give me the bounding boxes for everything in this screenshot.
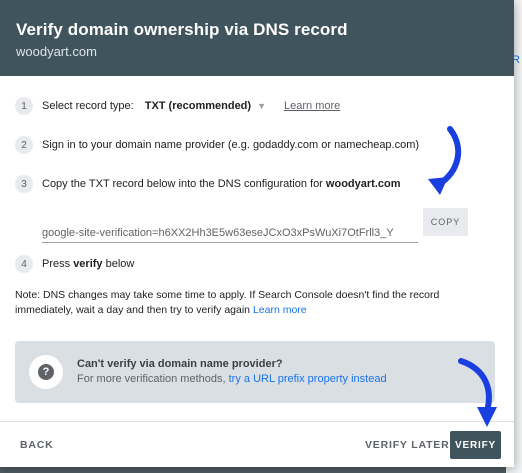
help-text: Can't verify via domain name provider? F… bbox=[77, 357, 387, 387]
help-description: For more verification methods, try a URL… bbox=[77, 372, 387, 387]
step-domain: woodyart.com bbox=[325, 178, 401, 190]
help-card: ? Can't verify via domain name provider?… bbox=[15, 341, 495, 403]
record-type-select[interactable]: TXT (recommended) bbox=[145, 100, 251, 112]
learn-more-link[interactable]: Learn more bbox=[284, 100, 340, 112]
verify-button[interactable]: VERIFY bbox=[450, 431, 501, 459]
step-text-before: Press bbox=[42, 258, 71, 270]
dns-note: Note: DNS changes may take some time to … bbox=[15, 288, 495, 318]
step-3: 3 Copy the TXT record below into the DNS… bbox=[15, 175, 401, 193]
step-1: 1 Select record type: TXT (recommended) … bbox=[15, 97, 340, 115]
step-text-after: below bbox=[105, 258, 135, 270]
back-button[interactable]: BACK bbox=[20, 439, 54, 451]
note-text: Note: DNS changes may take some time to … bbox=[15, 289, 440, 316]
annotation-arrow-verify bbox=[458, 358, 497, 427]
txt-record-field[interactable]: google-site-verification=h6XX2Hh3E5w63es… bbox=[42, 219, 418, 243]
help-title: Can't verify via domain name provider? bbox=[77, 358, 283, 370]
dropdown-arrow-icon[interactable]: ▼ bbox=[257, 101, 266, 111]
verify-dns-dialog: Verify domain ownership via DNS record w… bbox=[0, 0, 514, 467]
step-2: 2 Sign in to your domain name provider (… bbox=[15, 136, 419, 154]
step-bold: verify bbox=[73, 258, 103, 270]
dialog-domain: woodyart.com bbox=[16, 44, 97, 59]
dialog-title: Verify domain ownership via DNS record bbox=[16, 20, 348, 39]
step-number: 4 bbox=[15, 255, 33, 273]
dialog-footer: BACK VERIFY LATER VERIFY bbox=[0, 421, 514, 467]
step-number: 3 bbox=[15, 175, 33, 193]
verify-later-button[interactable]: VERIFY LATER bbox=[365, 439, 449, 451]
step-4: 4 Press verify below bbox=[15, 255, 134, 273]
step-text: Sign in to your domain name provider (e.… bbox=[42, 139, 420, 151]
note-learn-more-link[interactable]: Learn more bbox=[253, 304, 307, 316]
annotation-arrow-copy bbox=[428, 126, 461, 195]
step-text: Copy the TXT record below into the DNS c… bbox=[42, 178, 323, 190]
copy-button[interactable]: COPY bbox=[423, 208, 468, 236]
step-number: 2 bbox=[15, 136, 33, 154]
step-number: 1 bbox=[15, 97, 33, 115]
help-icon: ? bbox=[29, 355, 63, 389]
step-label: Select record type: bbox=[42, 100, 134, 112]
dialog-header: Verify domain ownership via DNS record w… bbox=[0, 0, 514, 76]
url-prefix-link[interactable]: try a URL prefix property instead bbox=[229, 373, 387, 385]
help-desc-text: For more verification methods, bbox=[77, 373, 226, 385]
